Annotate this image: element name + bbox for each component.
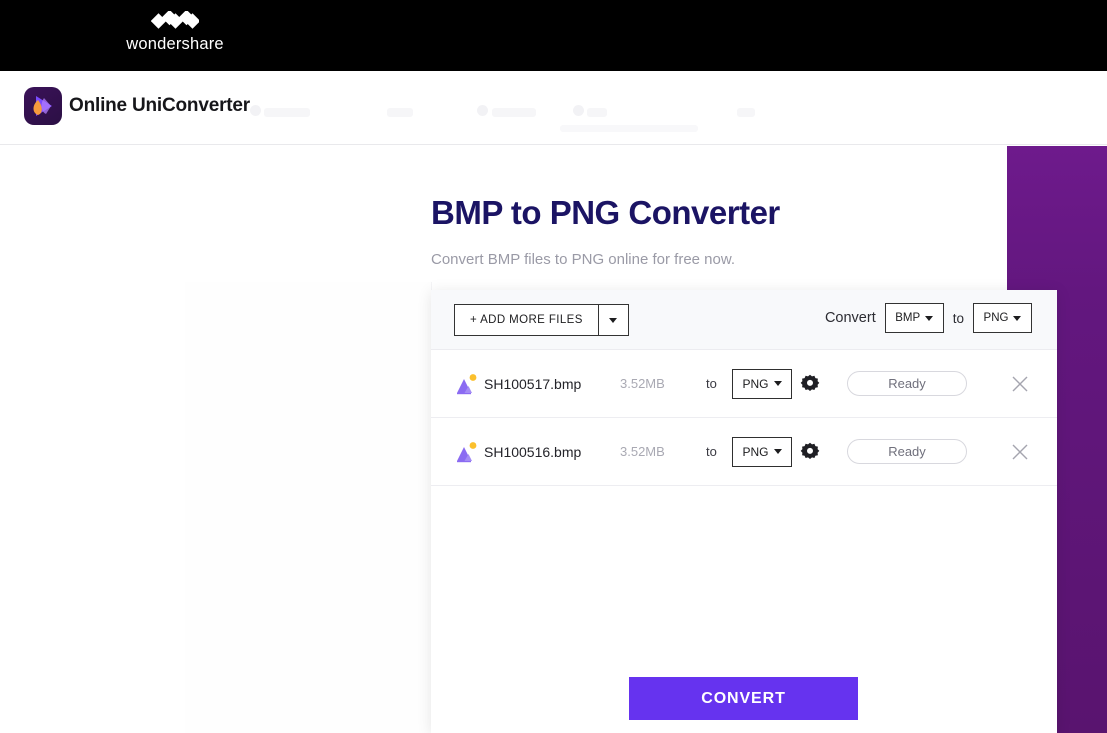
to-label: to (952, 310, 964, 326)
row-to-label: to (706, 444, 717, 459)
row-format-dropdown[interactable]: PNG (732, 368, 792, 399)
nav-ghost-underline (560, 125, 698, 132)
wondershare-wordmark: wondershare (126, 35, 224, 53)
chevron-down-icon (773, 381, 782, 386)
source-format-dropdown[interactable]: BMP (884, 303, 944, 333)
file-size: 3.52MB (620, 444, 665, 459)
close-icon[interactable] (1011, 443, 1029, 461)
chevron-down-icon (1013, 315, 1022, 321)
add-files-button-group: + ADD MORE FILES (454, 304, 629, 336)
chevron-down-icon (925, 315, 934, 321)
nav-ghost-item (587, 108, 607, 117)
nav-ghost-item (387, 108, 413, 117)
decorative-purple-panel-top (1007, 146, 1107, 291)
page-title: BMP to PNG Converter (431, 194, 780, 231)
status-badge: Ready (847, 439, 967, 464)
table-row: SH100516.bmp 3.52MB to PNG Ready (431, 418, 1057, 486)
wondershare-brand-bar: wondershare (0, 0, 1107, 71)
gear-icon[interactable] (800, 374, 820, 394)
nav-ghost-item (737, 108, 755, 117)
gear-icon[interactable] (800, 442, 820, 462)
row-format-value: PNG (742, 376, 769, 391)
wondershare-w-mark-icon (151, 11, 199, 29)
add-more-files-button[interactable]: + ADD MORE FILES (454, 304, 598, 336)
row-format-dropdown[interactable]: PNG (732, 436, 792, 467)
product-title: Online UniConverter (69, 95, 250, 116)
file-name: SH100516.bmp (484, 443, 582, 460)
target-format-dropdown[interactable]: PNG (973, 303, 1032, 333)
nav-ghost-icon (477, 105, 488, 116)
status-badge: Ready (847, 371, 967, 396)
converter-toolbar: + ADD MORE FILES Convert BMP to PNG (431, 290, 1057, 350)
page-content: BMP to PNG Converter Convert BMP files t… (0, 146, 1107, 733)
row-format-value: PNG (742, 444, 769, 459)
close-icon[interactable] (1011, 375, 1029, 393)
chevron-down-icon (773, 449, 782, 454)
nav-ghost-icon (573, 105, 584, 116)
global-format-controls: Convert BMP to PNG (825, 303, 1032, 333)
wondershare-logo-group[interactable]: wondershare (126, 11, 224, 53)
source-format-value: BMP (895, 312, 921, 324)
nav-ghost-item (264, 108, 310, 117)
chevron-down-icon (609, 317, 618, 323)
decorative-purple-panel-bottom (1057, 291, 1107, 733)
modal-overlay-left-edge (185, 282, 432, 733)
target-format-value: PNG (983, 312, 1009, 324)
row-to-label: to (706, 376, 717, 391)
file-list-empty-space (431, 486, 1057, 487)
image-file-icon (457, 441, 477, 462)
image-file-icon (457, 373, 477, 394)
file-name: SH100517.bmp (484, 375, 582, 392)
converter-card: + ADD MORE FILES Convert BMP to PNG SH10… (431, 290, 1057, 733)
page-subtitle: Convert BMP files to PNG online for free… (431, 251, 736, 268)
nav-ghost-item (492, 108, 536, 117)
convert-button[interactable]: CONVERT (629, 677, 858, 720)
add-files-dropdown-button[interactable] (597, 304, 629, 336)
nav-ghost-icon (250, 105, 261, 116)
uniconverter-logo-icon[interactable] (24, 87, 62, 125)
header-nav-loading-placeholder (240, 99, 800, 132)
convert-label: Convert (824, 310, 876, 326)
file-size: 3.52MB (620, 376, 665, 391)
table-row: SH100517.bmp 3.52MB to PNG Ready (431, 350, 1057, 418)
